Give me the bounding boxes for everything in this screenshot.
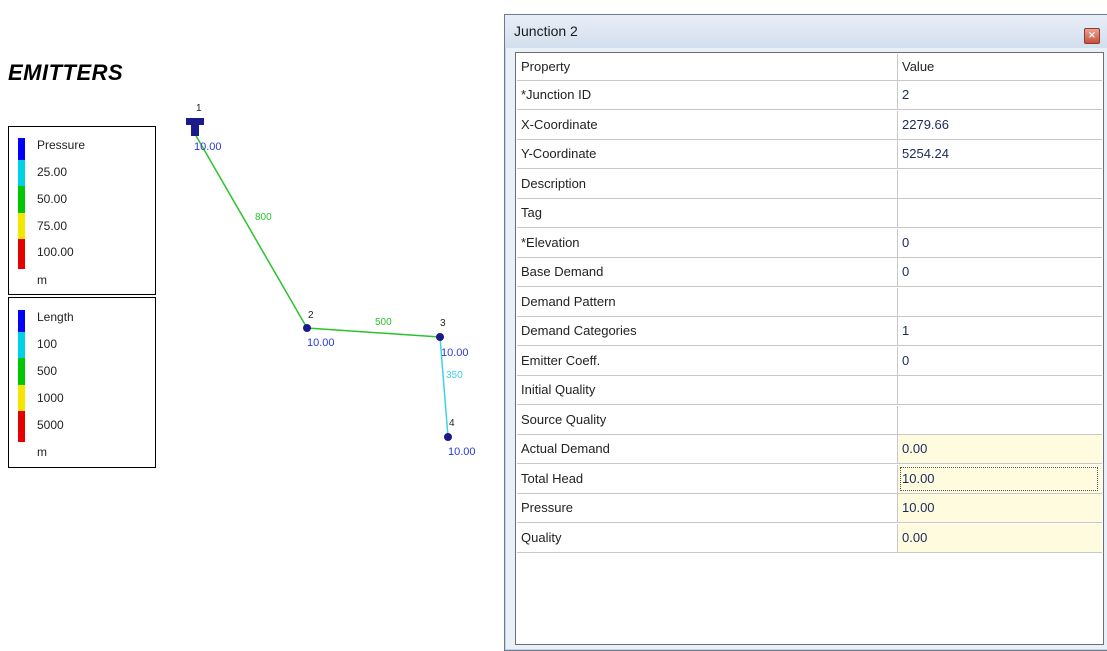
property-name[interactable]: Description <box>517 169 898 199</box>
property-row[interactable]: Actual Demand 0.00 <box>517 435 1102 464</box>
property-name[interactable]: X-Coordinate <box>517 110 898 140</box>
property-row[interactable]: Demand Pattern <box>517 287 1102 317</box>
property-name[interactable]: Base Demand <box>517 258 898 287</box>
node-value-label: 10.00 <box>441 347 469 359</box>
property-value[interactable]: 0 <box>898 228 1102 258</box>
link-length-label: 800 <box>255 212 272 223</box>
property-value[interactable]: 0 <box>898 258 1102 287</box>
dialog-titlebar[interactable]: Junction 2 × <box>505 15 1107 48</box>
property-name[interactable]: Total Head <box>517 464 898 494</box>
node-value-label: 10.00 <box>448 446 476 458</box>
property-value[interactable] <box>898 169 1102 199</box>
property-name[interactable]: *Elevation <box>517 228 898 258</box>
property-value-text: 1 <box>902 323 910 338</box>
property-value[interactable]: 0.00 <box>898 435 1102 464</box>
property-value-text: 0 <box>902 352 910 368</box>
property-name[interactable]: Tag <box>517 199 898 228</box>
property-value-text: 0 <box>902 234 910 250</box>
network-map[interactable]: 800 500 350 1 2 3 4 10.00 10.00 10.00 10… <box>0 0 504 649</box>
column-header-property[interactable]: Property <box>517 54 898 80</box>
node-id-label: 2 <box>308 310 314 321</box>
property-value-text: 2279.66 <box>902 116 949 132</box>
property-name[interactable]: Quality <box>517 523 898 553</box>
property-row[interactable]: Source Quality <box>517 405 1102 435</box>
node-value-label: 10.00 <box>194 141 222 153</box>
pipe-link-2[interactable] <box>306 327 441 338</box>
property-value-text: 5254.24 <box>902 146 949 161</box>
property-value-text: 0.00 <box>902 441 928 456</box>
property-name[interactable]: Actual Demand <box>517 435 898 464</box>
node-id-label: 3 <box>440 318 446 329</box>
property-value-text: 0.00 <box>902 529 928 545</box>
property-value[interactable]: 0.00 <box>898 523 1102 553</box>
property-name[interactable]: Emitter Coeff. <box>517 346 898 376</box>
property-value[interactable] <box>898 287 1102 317</box>
property-name[interactable]: Pressure <box>517 494 898 523</box>
property-value[interactable] <box>898 376 1102 405</box>
node-id-label: 4 <box>449 418 455 429</box>
node-value-label: 10.00 <box>307 337 335 349</box>
junction-node-2[interactable] <box>303 324 311 332</box>
grid-header: Property Value <box>517 54 1102 81</box>
property-grid[interactable]: Property Value *Junction ID 2 X-Coordinate… <box>515 52 1104 645</box>
property-value[interactable]: 2 <box>898 81 1102 110</box>
property-name[interactable]: Demand Pattern <box>517 287 898 317</box>
property-value[interactable]: 5254.24 <box>898 140 1102 169</box>
property-name[interactable]: Demand Categories <box>517 317 898 346</box>
reservoir-icon[interactable] <box>186 118 204 136</box>
property-value-text: 10.00 <box>902 500 935 515</box>
junction-property-dialog[interactable]: Junction 2 × Property Value *Junction ID… <box>504 14 1107 651</box>
property-row[interactable]: *Junction ID 2 <box>517 81 1102 110</box>
property-value[interactable] <box>898 405 1102 435</box>
property-name[interactable]: Y-Coordinate <box>517 140 898 169</box>
column-header-value[interactable]: Value <box>898 54 1102 80</box>
property-row[interactable]: Initial Quality <box>517 376 1102 405</box>
dialog-title: Junction 2 <box>514 23 578 39</box>
property-name[interactable]: Initial Quality <box>517 376 898 405</box>
property-row[interactable]: Description <box>517 169 1102 199</box>
property-value-text: 2 <box>902 87 910 102</box>
property-name[interactable]: *Junction ID <box>517 81 898 110</box>
property-value[interactable]: 0 <box>898 346 1102 376</box>
property-value[interactable]: 10.00 <box>898 464 1102 494</box>
property-value-text: 0 <box>902 264 910 279</box>
focus-rectangle <box>900 466 1098 491</box>
property-value[interactable]: 2279.66 <box>898 110 1102 140</box>
property-row[interactable]: Quality 0.00 <box>517 523 1102 553</box>
property-row[interactable]: Demand Categories 1 <box>517 317 1102 346</box>
property-value[interactable]: 10.00 <box>898 494 1102 523</box>
property-value[interactable]: 1 <box>898 317 1102 346</box>
property-row[interactable]: Tag <box>517 199 1102 228</box>
property-value[interactable] <box>898 199 1102 228</box>
property-row[interactable]: *Elevation 0 <box>517 228 1102 258</box>
pipe-link-1[interactable] <box>194 133 308 329</box>
property-name[interactable]: Source Quality <box>517 405 898 435</box>
property-row[interactable]: Emitter Coeff. 0 <box>517 346 1102 376</box>
property-row[interactable]: Pressure 10.00 <box>517 494 1102 523</box>
junction-node-4[interactable] <box>444 433 452 441</box>
property-row[interactable]: Total Head 10.00 <box>517 464 1102 494</box>
link-length-label: 350 <box>446 370 463 381</box>
close-icon[interactable]: × <box>1084 28 1100 44</box>
link-length-label: 500 <box>375 317 392 328</box>
property-row[interactable]: X-Coordinate 2279.66 <box>517 110 1102 140</box>
property-row[interactable]: Base Demand 0 <box>517 258 1102 287</box>
node-id-label: 1 <box>196 103 202 114</box>
junction-node-3[interactable] <box>436 333 444 341</box>
property-row[interactable]: Y-Coordinate 5254.24 <box>517 140 1102 169</box>
